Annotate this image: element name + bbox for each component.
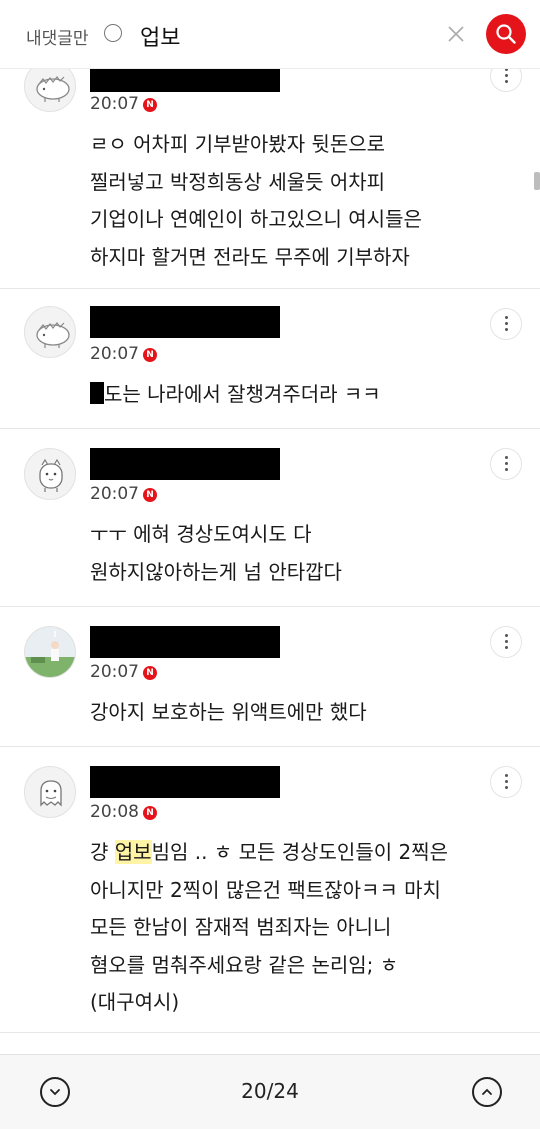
author-name-redacted xyxy=(90,766,280,798)
comment-time: 20:07 xyxy=(90,484,139,504)
new-badge: N xyxy=(143,98,157,112)
result-page-count: 20/24 xyxy=(241,1079,299,1103)
my-comments-only-label[interactable]: 내댓글만 xyxy=(26,24,89,49)
comment-text: 걍 업보빔임 .. ㅎ 모든 경상도인들이 2찍은 아니지만 2찍이 많은건 팩… xyxy=(90,840,449,1014)
author-name-redacted xyxy=(90,306,280,338)
search-highlight: 업보 xyxy=(114,840,152,864)
text-redaction xyxy=(90,382,104,404)
comment-time: 20:08 xyxy=(90,802,139,822)
comment-time: 20:07 xyxy=(90,662,139,682)
search-bar: 내댓글만 업보 xyxy=(0,0,540,69)
more-options-button[interactable] xyxy=(490,626,522,658)
hedgehog-avatar-icon[interactable] xyxy=(24,306,76,358)
new-badge: N xyxy=(143,806,157,820)
author-name-redacted xyxy=(90,448,280,480)
author-name-redacted xyxy=(90,626,280,658)
more-options-button[interactable] xyxy=(490,766,522,798)
close-icon[interactable] xyxy=(444,22,468,46)
search-button[interactable] xyxy=(486,14,526,54)
comment-item: 20:07 N ㄹㅇ 어차피 기부받아봤자 뒷돈으로 찔러넣고 박정희동상 세울… xyxy=(0,60,540,289)
my-comments-only-radio[interactable] xyxy=(104,24,122,42)
comment-text: ㄹㅇ 어차피 기부받아봤자 뒷돈으로 찔러넣고 박정희동상 세울듯 어차피 기업… xyxy=(90,132,422,269)
comment-item: 20:07 N ㅜㅜ 에혀 경상도여시도 다 원하지않아하는게 넘 안타깝다 xyxy=(0,428,540,607)
result-pager: 20/24 xyxy=(0,1054,540,1129)
chevron-up-icon xyxy=(482,1088,492,1095)
comment-item: 20:08 N 걍 업보빔임 .. ㅎ 모든 경상도인들이 2찍은 아니지만 2… xyxy=(0,746,540,1033)
comment-text: ㅜㅜ 에혀 경상도여시도 다 원하지않아하는게 넘 안타깝다 xyxy=(90,522,342,584)
search-icon xyxy=(496,24,516,44)
comment-time: 20:07 xyxy=(90,94,139,114)
new-badge: N xyxy=(143,666,157,680)
new-badge: N xyxy=(143,348,157,362)
new-badge: N xyxy=(143,488,157,502)
comment-item: 20:07 N 강아지 보호하는 위액트에만 했다 xyxy=(0,606,540,747)
more-options-button[interactable] xyxy=(490,448,522,480)
cat-avatar-icon[interactable] xyxy=(24,448,76,500)
ghost-avatar-icon[interactable] xyxy=(24,766,76,818)
comment-time: 20:07 xyxy=(90,344,139,364)
previous-result-button[interactable] xyxy=(472,1077,502,1107)
search-input[interactable]: 업보 xyxy=(140,20,180,52)
photo-avatar-icon[interactable] xyxy=(24,626,76,678)
comment-text: 도는 나라에서 잘챙겨주더라 ㅋㅋ xyxy=(90,376,510,414)
comment-item: 20:07 N 도는 나라에서 잘챙겨주더라 ㅋㅋ xyxy=(0,288,540,429)
more-options-button[interactable] xyxy=(490,308,522,340)
comment-text: 강아지 보호하는 위액트에만 했다 xyxy=(90,700,367,724)
